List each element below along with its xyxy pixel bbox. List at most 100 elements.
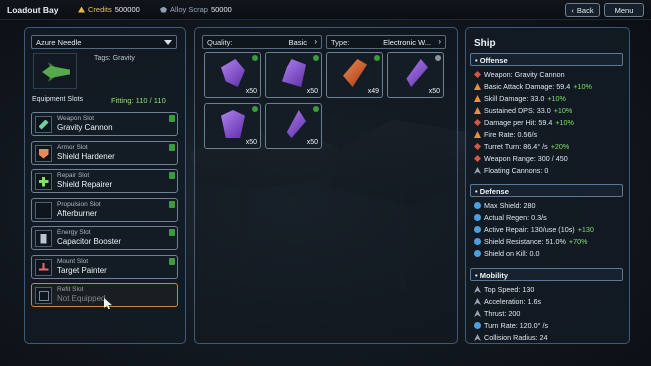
- ship-select-dropdown[interactable]: Azure Needle: [31, 35, 177, 49]
- slot-item-name: Capacitor Booster: [57, 237, 122, 246]
- stat-row: Weapon Range: 300 / 450: [474, 154, 571, 163]
- armor-icon: [35, 145, 52, 162]
- propulsion-slot[interactable]: Propulsion Slot Afterburner: [31, 198, 178, 222]
- acceleration-icon: [474, 298, 481, 305]
- stat-row: Basic Attack Damage: 59.4 +10%: [474, 82, 592, 91]
- credits-label: Credits: [88, 5, 112, 14]
- quality-badge-icon: [313, 106, 319, 112]
- regen-icon: [474, 214, 481, 221]
- resistance-icon: [474, 238, 481, 245]
- menu-button[interactable]: Menu: [604, 3, 644, 17]
- stat-row: Active Repair: 130/use (10s) +130: [474, 225, 594, 234]
- back-button[interactable]: ‹ Back: [565, 3, 600, 17]
- repair-slot[interactable]: Repair Slot Shield Repairer: [31, 169, 178, 193]
- type-filter[interactable]: Type: Electronic W... ›: [326, 35, 446, 49]
- slot-type: Repair Slot: [57, 172, 90, 179]
- stat-row: Turn Rate: 120.0° /s: [474, 321, 551, 330]
- ship-tags: Tags: Gravity: [94, 55, 135, 62]
- armor-slot[interactable]: Armor Slot Shield Hardener: [31, 141, 178, 165]
- inventory-panel: Quality: Basic › Type: Electronic W... ›…: [194, 27, 458, 344]
- quality-badge-icon: [252, 55, 258, 61]
- slot-type: Armor Slot: [57, 144, 88, 151]
- stat-row: Floating Cannons: 0: [474, 166, 551, 175]
- stat-row: Acceleration: 1.6s: [474, 297, 544, 306]
- scrap-icon: [160, 6, 167, 13]
- type-filter-label: Type:: [331, 38, 350, 47]
- module-icon: [282, 59, 306, 87]
- speed-icon: [474, 286, 481, 293]
- damage-icon: [474, 83, 481, 90]
- offense-section-header[interactable]: • Offense: [470, 53, 623, 66]
- inventory-item[interactable]: x50: [204, 52, 261, 98]
- equipped-flag-icon: [169, 258, 175, 265]
- inventory-item[interactable]: x49: [326, 52, 383, 98]
- inventory-item[interactable]: x50: [265, 103, 322, 149]
- slot-type: Energy Slot: [57, 229, 91, 236]
- scrap-label: Alloy Scrap: [170, 5, 208, 14]
- stat-row: Actual Regen: 0.3/s: [474, 213, 550, 222]
- weapon-icon: [474, 71, 481, 78]
- equipped-flag-icon: [169, 115, 175, 122]
- module-icon: [221, 110, 245, 138]
- dps-icon: [474, 107, 481, 114]
- quality-badge-icon: [374, 55, 380, 61]
- repair-icon: [35, 173, 52, 190]
- quality-filter-value: Basic: [288, 38, 307, 47]
- stat-row: Fire Rate: 0.56/s: [474, 130, 540, 139]
- stat-row: Top Speed: 130: [474, 285, 537, 294]
- energy-slot[interactable]: Energy Slot Capacitor Booster: [31, 226, 178, 250]
- defense-section-header[interactable]: • Defense: [470, 184, 623, 197]
- ship-stats-title: Ship: [474, 38, 496, 49]
- thruster-icon: [35, 202, 52, 219]
- hit-icon: [474, 119, 481, 126]
- credits-display: Credits 500000: [78, 5, 140, 14]
- stat-row: Weapon: Gravity Cannon: [474, 70, 568, 79]
- equipped-flag-icon: [169, 201, 175, 208]
- chevron-left-icon: ‹: [571, 5, 574, 15]
- module-icon: [406, 59, 428, 87]
- quality-filter[interactable]: Quality: Basic ›: [202, 35, 322, 49]
- ship-stats-panel: Ship • Offense Weapon: Gravity Cannon Ba…: [465, 27, 630, 344]
- slot-item-name: Not Equipped: [57, 294, 106, 303]
- module-icon: [343, 59, 367, 87]
- item-count: x50: [428, 88, 440, 95]
- mobility-section-header[interactable]: • Mobility: [470, 268, 623, 281]
- shield-kill-icon: [474, 250, 481, 257]
- skill-icon: [474, 95, 481, 102]
- quality-filter-label: Quality:: [207, 38, 233, 47]
- slot-type: Propulsion Slot: [57, 201, 101, 208]
- stat-row: Turret Turn: 86.4° /s +20%: [474, 142, 569, 151]
- inventory-item[interactable]: x50: [204, 103, 261, 149]
- stat-row: Sustained DPS: 33.0 +10%: [474, 106, 572, 115]
- inventory-item[interactable]: x50: [265, 52, 322, 98]
- floating-cannon-icon: [474, 167, 481, 174]
- slot-type: Refit Slot: [57, 286, 84, 293]
- equipment-slots-label: Equipment Slots: [32, 96, 83, 103]
- slot-item-name: Afterburner: [57, 209, 98, 218]
- slot-type: Mount Slot: [57, 258, 89, 265]
- quality-badge-icon: [252, 106, 258, 112]
- mount-icon: [35, 259, 52, 276]
- scrap-value: 50000: [210, 5, 232, 14]
- quality-badge-icon: [435, 55, 441, 61]
- equipped-flag-icon: [169, 229, 175, 236]
- energy-icon: [35, 230, 52, 247]
- type-filter-value: Electronic W...: [383, 38, 431, 47]
- equipped-flag-icon: [169, 144, 175, 151]
- inventory-item[interactable]: x50: [387, 52, 444, 98]
- stat-row: Thrust: 200: [474, 309, 523, 318]
- stat-row: Max Shield: 280: [474, 201, 539, 210]
- chevron-right-icon: ›: [438, 37, 441, 46]
- module-icon: [221, 59, 245, 87]
- stat-row: Collision Radius: 24: [474, 333, 551, 342]
- menu-label: Menu: [614, 5, 634, 15]
- mount-slot[interactable]: Mount Slot Target Painter: [31, 255, 178, 279]
- slot-item-name: Gravity Cannon: [57, 123, 113, 132]
- shield-icon: [474, 202, 481, 209]
- item-count: x50: [306, 88, 318, 95]
- credits-value: 500000: [114, 5, 140, 14]
- refit-icon: [35, 287, 52, 304]
- slot-item-name: Shield Hardener: [57, 152, 115, 161]
- weapon-slot[interactable]: Weapon Slot Gravity Cannon: [31, 112, 178, 136]
- slot-type: Weapon Slot: [57, 115, 95, 122]
